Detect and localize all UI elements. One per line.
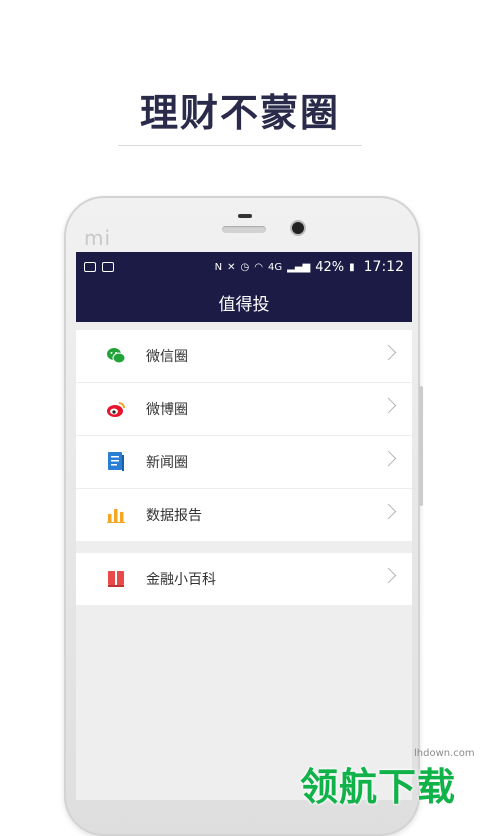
menu-item-label: 数据报告 bbox=[146, 508, 202, 524]
book-icon bbox=[106, 569, 126, 589]
wechat-icon bbox=[106, 346, 126, 366]
phone-screen: N ✕ ◷ ◠ 4G ▂▄▆ 42% ▮ 17:12 值得投 微信圈 微博圈 新… bbox=[76, 252, 412, 800]
app-title: 值得投 bbox=[218, 294, 270, 315]
battery-icon: ▮ bbox=[349, 261, 355, 273]
menu-item-label: 微信圈 bbox=[146, 349, 188, 365]
weibo-icon bbox=[106, 399, 126, 419]
nfc-icon: N bbox=[214, 261, 223, 273]
wifi-icon: ◠ bbox=[254, 261, 264, 273]
chevron-right-icon bbox=[380, 503, 397, 520]
chevron-right-icon bbox=[380, 567, 397, 584]
front-camera-icon bbox=[292, 222, 304, 234]
phone-brand-logo: mi bbox=[84, 226, 112, 250]
news-icon bbox=[106, 452, 126, 472]
menu-item-finance-wiki[interactable]: 金融小百科 bbox=[76, 553, 412, 605]
gallery-notification-icon bbox=[84, 262, 96, 272]
menu-item-label: 微博圈 bbox=[146, 402, 188, 418]
status-bar: N ✕ ◷ ◠ 4G ▂▄▆ 42% ▮ 17:12 bbox=[76, 252, 412, 282]
alarm-icon: ◷ bbox=[240, 261, 250, 273]
menu-item-label: 新闻圈 bbox=[146, 455, 188, 471]
watermark-logo: 领航下载 bbox=[300, 765, 457, 809]
chevron-right-icon bbox=[380, 344, 397, 361]
bar-chart-icon bbox=[106, 505, 126, 525]
chevron-right-icon bbox=[380, 450, 397, 467]
promo-headline: 理财不蒙圈 bbox=[139, 91, 340, 135]
menu-item-wechat[interactable]: 微信圈 bbox=[76, 330, 412, 383]
headline-divider bbox=[118, 145, 362, 146]
network-type: 4G bbox=[268, 261, 283, 273]
signal-icon: ▂▄▆ bbox=[287, 261, 311, 273]
battery-percent: 42% bbox=[315, 259, 345, 275]
menu-list-secondary: 金融小百科 bbox=[76, 553, 412, 605]
side-button bbox=[419, 386, 423, 506]
menu-item-weibo[interactable]: 微博圈 bbox=[76, 383, 412, 436]
menu-item-news[interactable]: 新闻圈 bbox=[76, 436, 412, 489]
status-time: 17:12 bbox=[363, 259, 404, 275]
chevron-right-icon bbox=[380, 397, 397, 414]
screenshot-notification-icon bbox=[102, 262, 114, 272]
phone-speaker bbox=[222, 226, 266, 233]
mute-icon: ✕ bbox=[227, 261, 236, 273]
phone-sensor bbox=[238, 214, 252, 218]
menu-item-data-report[interactable]: 数据报告 bbox=[76, 489, 412, 541]
app-header: 值得投 bbox=[76, 282, 412, 322]
menu-item-label: 金融小百科 bbox=[146, 572, 216, 588]
menu-list: 微信圈 微博圈 新闻圈 数据报告 bbox=[76, 330, 412, 541]
